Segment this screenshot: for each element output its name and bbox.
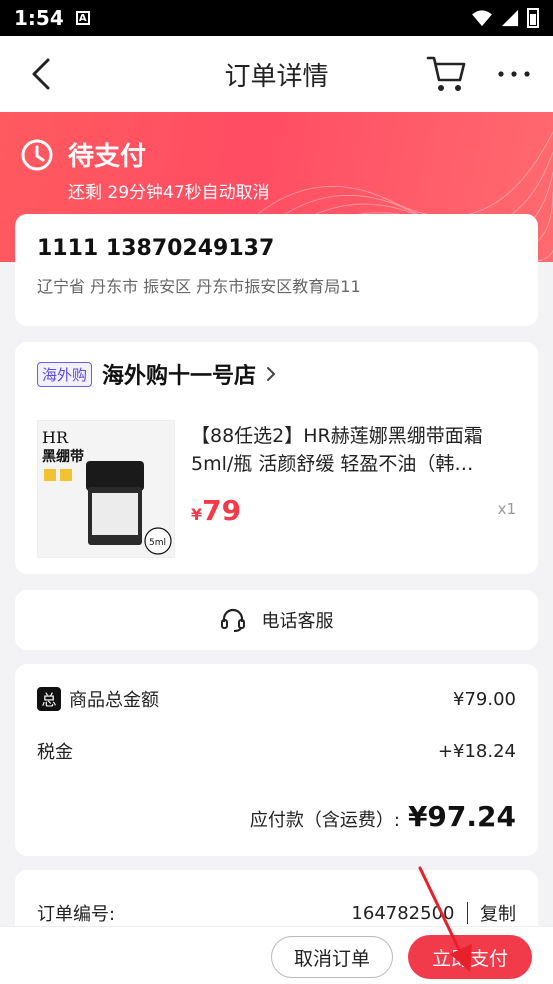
price-summary-card: 总 商品总金额 ¥79.00 税金 +¥18.24 应付款（含运费）: ¥97.… xyxy=(15,664,538,856)
payable-row: 应付款（含运费）: ¥97.24 xyxy=(250,800,516,833)
wifi-icon xyxy=(472,10,492,27)
product-image-art: HR 黑绷带 5ml xyxy=(38,421,174,557)
product-title[interactable]: 【88任选2】HR赫莲娜黑绷带面霜5ml/瓶 活颜舒缓 轻盈不油（韩… xyxy=(191,422,521,478)
battery-icon xyxy=(527,8,539,28)
payable-amount: ¥97.24 xyxy=(407,800,516,833)
recipient-name-phone: 1111 13870249137 xyxy=(37,236,275,261)
svg-text:黑绷带: 黑绷带 xyxy=(42,448,84,465)
address-card[interactable]: 1111 13870249137 辽宁省 丹东市 振安区 丹东市振安区教育局11 xyxy=(15,214,538,326)
service-label: 电话客服 xyxy=(261,611,334,632)
notification-a-icon: A xyxy=(75,11,90,25)
more-options-icon[interactable] xyxy=(496,60,532,88)
tax-value: +¥18.24 xyxy=(437,740,516,762)
nav-bar: 订单详情 xyxy=(0,36,553,112)
cancel-order-button[interactable]: 取消订单 xyxy=(271,936,393,978)
svg-text:HR: HR xyxy=(42,428,69,447)
signal-icon xyxy=(501,9,519,27)
phone-service-button[interactable]: 电话客服 xyxy=(15,590,538,650)
total-row: 总 商品总金额 ¥79.00 xyxy=(37,686,516,712)
countdown-text: 还剩 29分钟47秒自动取消 xyxy=(68,183,270,203)
clock-icon xyxy=(21,139,53,171)
shop-name: 海外购十一号店 xyxy=(102,364,257,389)
shop-row[interactable]: 海外购 海外购十一号店 xyxy=(37,358,278,390)
tax-row: 税金 +¥18.24 xyxy=(37,738,516,764)
total-icon: 总 xyxy=(37,687,61,711)
divider xyxy=(466,902,468,924)
chevron-right-icon xyxy=(267,367,276,381)
product-image[interactable]: HR 黑绷带 5ml xyxy=(37,420,175,558)
svg-text:5ml: 5ml xyxy=(149,538,166,548)
order-number-row: 订单编号: 164782500 复制 xyxy=(37,900,516,926)
status-icons xyxy=(471,8,539,28)
product-card: 海外购 海外购十一号店 HR 黑绷带 5ml 【88任选2】HR赫莲娜黑绷带面霜… xyxy=(15,342,538,574)
total-label: 商品总金额 xyxy=(69,690,159,711)
price-symbol: ¥ xyxy=(191,505,203,524)
total-value: ¥79.00 xyxy=(453,688,516,710)
status-time: 1:54 xyxy=(14,6,64,30)
price-value: 79 xyxy=(202,494,242,527)
overseas-badge: 海外购 xyxy=(37,361,93,387)
tax-label: 税金 xyxy=(37,742,73,763)
cart-icon[interactable] xyxy=(426,54,468,94)
pay-now-button[interactable]: 立即支付 xyxy=(408,935,532,979)
status-bar: 1:54 A xyxy=(0,0,553,36)
product-quantity: x1 xyxy=(497,500,516,518)
order-status-title: 待支付 xyxy=(68,142,147,172)
order-number-label: 订单编号: xyxy=(37,904,116,925)
order-number: 164782500 xyxy=(351,902,455,924)
back-arrow-icon[interactable] xyxy=(26,56,62,92)
copy-order-button[interactable]: 复制 xyxy=(480,900,516,926)
headset-icon xyxy=(220,608,245,632)
bottom-action-bar: 取消订单 立即支付 xyxy=(0,926,553,984)
product-price: ¥79 xyxy=(191,494,241,527)
page-title: 订单详情 xyxy=(224,61,329,92)
payable-label: 应付款（含运费）: xyxy=(249,810,400,831)
address-detail: 辽宁省 丹东市 振安区 丹东市振安区教育局11 xyxy=(37,277,361,296)
